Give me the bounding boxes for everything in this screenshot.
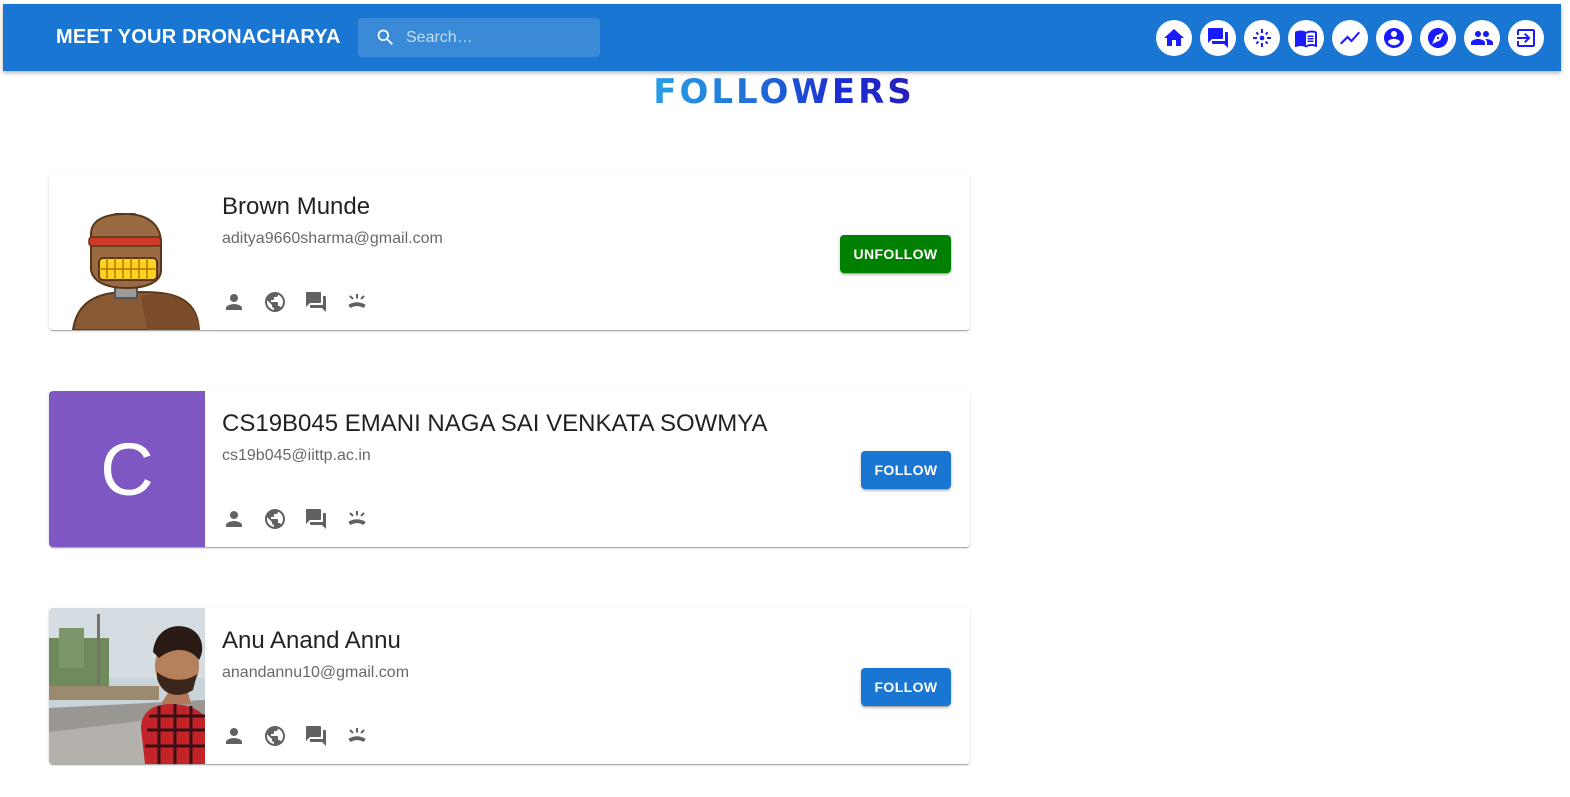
follower-card: C CS19B045 EMANI NAGA SAI VENKATA SOWMYA… xyxy=(49,391,970,547)
call-end-icon[interactable] xyxy=(345,507,369,531)
robot-avatar xyxy=(49,174,205,330)
unfollow-button[interactable]: UNFOLLOW xyxy=(840,235,951,273)
follower-name[interactable]: Anu Anand Annu xyxy=(222,627,401,655)
person-icon[interactable] xyxy=(222,724,246,748)
call-end-icon[interactable] xyxy=(345,290,369,314)
search-icon xyxy=(375,27,396,48)
card-actions xyxy=(222,724,386,748)
search-box[interactable] xyxy=(358,18,600,57)
follower-card: Brown Munde aditya9660sharma@gmail.com U… xyxy=(49,174,970,330)
search-input[interactable] xyxy=(406,18,591,57)
brand-title[interactable]: MEET YOUR DRONACHARYA xyxy=(56,4,341,71)
card-actions xyxy=(222,290,386,314)
page-title: FOLLOWERS xyxy=(644,72,924,112)
avatar-letter: C xyxy=(49,391,205,547)
mentor-icon[interactable] xyxy=(1244,20,1280,56)
card-actions xyxy=(222,507,386,531)
nav-icons xyxy=(1148,20,1544,56)
globe-icon[interactable] xyxy=(263,507,287,531)
forum-icon[interactable] xyxy=(304,724,328,748)
follower-email: cs19b045@iittp.ac.in xyxy=(222,447,371,464)
logout-icon[interactable] xyxy=(1508,20,1544,56)
profile-photo xyxy=(49,608,205,764)
account-icon[interactable] xyxy=(1376,20,1412,56)
forum-icon[interactable] xyxy=(304,290,328,314)
follower-name[interactable]: Brown Munde xyxy=(222,193,370,221)
book-icon[interactable] xyxy=(1288,20,1324,56)
forum-icon[interactable] xyxy=(304,507,328,531)
explore-icon[interactable] xyxy=(1420,20,1456,56)
call-end-icon[interactable] xyxy=(345,724,369,748)
trending-icon[interactable] xyxy=(1332,20,1368,56)
follower-name[interactable]: CS19B045 EMANI NAGA SAI VENKATA SOWMYA xyxy=(222,410,768,438)
people-icon[interactable] xyxy=(1464,20,1500,56)
follower-email: anandannu10@gmail.com xyxy=(222,664,410,681)
follower-card: Anu Anand Annu anandannu10@gmail.com FOL… xyxy=(49,608,970,764)
forum-icon[interactable] xyxy=(1200,20,1236,56)
follow-button[interactable]: FOLLOW xyxy=(861,451,951,489)
globe-icon[interactable] xyxy=(263,290,287,314)
globe-icon[interactable] xyxy=(263,724,287,748)
follow-button[interactable]: FOLLOW xyxy=(861,668,951,706)
person-icon[interactable] xyxy=(222,290,246,314)
letter-avatar: C xyxy=(49,391,205,547)
home-icon[interactable] xyxy=(1156,20,1192,56)
follower-email: aditya9660sharma@gmail.com xyxy=(222,230,443,247)
person-icon[interactable] xyxy=(222,507,246,531)
app-bar: MEET YOUR DRONACHARYA xyxy=(3,4,1561,71)
